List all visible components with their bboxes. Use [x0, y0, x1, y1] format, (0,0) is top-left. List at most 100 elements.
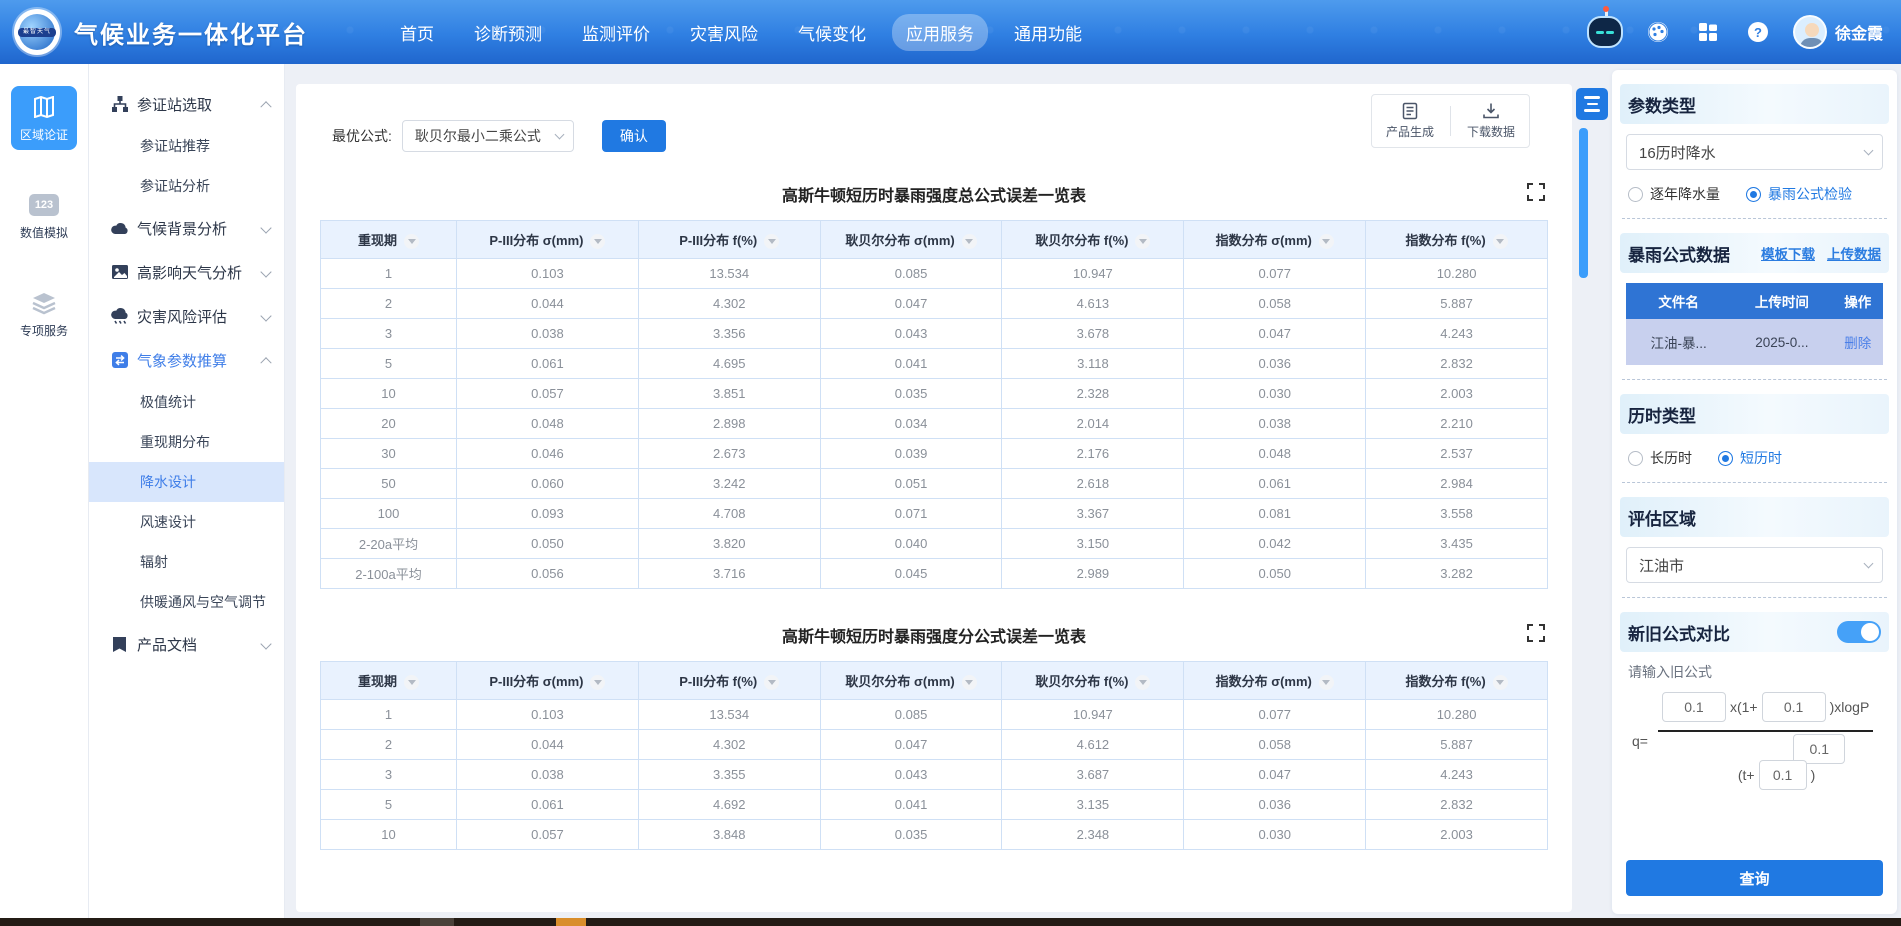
filter-icon[interactable]	[1493, 675, 1508, 690]
file-table-header-row: 文件名 上传时间 操作	[1626, 283, 1883, 319]
table-cell: 0.042	[1184, 529, 1366, 559]
sidebar-item-special-services[interactable]: 专项服务	[11, 282, 77, 346]
table-cell: 0.051	[820, 469, 1002, 499]
filter-icon[interactable]	[590, 675, 605, 690]
radio-long-duration[interactable]: 长历时	[1628, 448, 1692, 468]
formula-a-input[interactable]	[1662, 692, 1726, 722]
filter-icon[interactable]	[1319, 234, 1334, 249]
menu-station-selection[interactable]: 参证站选取	[88, 82, 284, 126]
divider	[1450, 106, 1451, 136]
radio-circle-icon	[1628, 187, 1643, 202]
table-cell: 2.618	[1002, 469, 1184, 499]
filter-icon[interactable]	[962, 675, 977, 690]
table-cell: 0.061	[1184, 469, 1366, 499]
table-row: 10.10313.5340.08510.9470.07710.280	[321, 259, 1548, 289]
logo-text: 最智天气	[18, 28, 56, 37]
filter-icon[interactable]	[1493, 234, 1508, 249]
nav-monitoring[interactable]: 监测评价	[568, 14, 664, 51]
table-cell: 0.047	[1184, 760, 1366, 790]
filter-icon[interactable]	[1135, 675, 1150, 690]
table-cell: 0.071	[820, 499, 1002, 529]
nav-disaster-risk[interactable]: 灾害风险	[676, 14, 772, 51]
upload-data-link[interactable]: 上传数据	[1827, 243, 1881, 263]
assistant-robot-icon[interactable]	[1587, 16, 1623, 48]
divider	[1622, 218, 1887, 219]
menu-precipitation-design[interactable]: 降水设计	[88, 462, 284, 502]
nav-diagnosis[interactable]: 诊断预测	[460, 14, 556, 51]
query-button[interactable]: 查询	[1626, 860, 1883, 896]
menu-station-analysis[interactable]: 参证站分析	[88, 166, 284, 206]
column-header: 耿贝尔分布 f(%)	[1002, 662, 1184, 700]
main-content: 产品生成 下载数据 最优公式: 耿贝尔最小二乘公式 确认 高斯牛顿短历时暴雨强度…	[296, 84, 1572, 912]
menu-climate-background[interactable]: 气候背景分析	[88, 206, 284, 250]
filter-icon[interactable]	[590, 234, 605, 249]
nav-home[interactable]: 首页	[386, 14, 448, 51]
formula-text: )xlogP	[1830, 699, 1870, 715]
filter-icon[interactable]	[404, 234, 419, 249]
confirm-button[interactable]: 确认	[602, 120, 666, 152]
menu-extreme-statistics[interactable]: 极值统计	[88, 382, 284, 422]
chevron-down-icon	[260, 266, 271, 277]
filter-icon[interactable]	[1319, 675, 1334, 690]
help-icon[interactable]: ?	[1743, 17, 1773, 47]
filter-icon[interactable]	[962, 234, 977, 249]
menu-high-impact-weather[interactable]: 高影响天气分析	[88, 250, 284, 294]
fullscreen-icon[interactable]	[1526, 623, 1546, 643]
table-cell: 13.534	[638, 700, 820, 730]
table-cell: 0.085	[820, 700, 1002, 730]
formula-b-input[interactable]	[1759, 760, 1807, 790]
table-cell: 0.077	[1184, 700, 1366, 730]
delete-link[interactable]: 删除	[1832, 319, 1883, 365]
user-avatar	[1793, 15, 1827, 49]
filter-icon[interactable]	[764, 234, 779, 249]
table-cell: 0.058	[1184, 289, 1366, 319]
radio-annual-precipitation[interactable]: 逐年降水量	[1628, 184, 1720, 204]
sidebar-item-numerical-simulation[interactable]: 123 数值模拟	[11, 184, 77, 248]
table-cell: 2.003	[1366, 820, 1548, 850]
table-cell: 0.030	[1184, 820, 1366, 850]
nav-climate-change[interactable]: 气候变化	[784, 14, 880, 51]
table-cell: 0.048	[1184, 439, 1366, 469]
best-formula-value: 耿贝尔最小二乘公式	[415, 126, 541, 146]
table-cell: 4.243	[1366, 760, 1548, 790]
filter-icon[interactable]	[404, 675, 419, 690]
table-cell: 3	[321, 760, 457, 790]
menu-wind-speed-design[interactable]: 风速设计	[88, 502, 284, 542]
theme-palette-icon[interactable]	[1643, 17, 1673, 47]
menu-disaster-risk-assessment[interactable]: 灾害风险评估	[88, 294, 284, 338]
table-cell: 3.435	[1366, 529, 1548, 559]
filter-icon[interactable]	[1135, 234, 1150, 249]
param-type-select[interactable]: 16历时降水	[1626, 134, 1883, 170]
filter-icon[interactable]	[764, 675, 779, 690]
sidebar-item-regional-demonstration[interactable]: 区域论证	[11, 86, 77, 150]
compare-toggle[interactable]	[1837, 621, 1881, 643]
menu-hvac[interactable]: 供暖通风与空气调节	[88, 582, 284, 622]
download-data-button[interactable]: 下载数据	[1467, 102, 1515, 140]
product-generate-button[interactable]: 产品生成	[1386, 102, 1434, 140]
menu-product-documents[interactable]: 产品文档	[88, 622, 284, 666]
fullscreen-icon[interactable]	[1526, 182, 1546, 202]
menu-return-period[interactable]: 重现期分布	[88, 422, 284, 462]
nav-general-functions[interactable]: 通用功能	[1000, 14, 1096, 51]
menu-station-recommend[interactable]: 参证站推荐	[88, 126, 284, 166]
template-download-link[interactable]: 模板下载	[1761, 243, 1815, 263]
table-cell: 50	[321, 469, 457, 499]
menu-radiation[interactable]: 辐射	[88, 542, 284, 582]
best-formula-select[interactable]: 耿贝尔最小二乘公式	[402, 120, 574, 152]
radio-storm-formula-check[interactable]: 暴雨公式检验	[1746, 184, 1852, 204]
table-cell: 0.050	[1184, 559, 1366, 589]
table-cell: 2.989	[1002, 559, 1184, 589]
formula-c-input[interactable]	[1762, 692, 1826, 722]
svg-text:?: ?	[1754, 25, 1762, 40]
radio-short-duration[interactable]: 短历时	[1718, 448, 1782, 468]
table-cell: 4.613	[1002, 289, 1184, 319]
column-header: P-III分布 f(%)	[638, 221, 820, 259]
menu-meteorological-parameters[interactable]: 气象参数推算	[88, 338, 284, 382]
table-cell: 2	[321, 289, 457, 319]
panel-collapse-button[interactable]	[1576, 88, 1608, 120]
region-select[interactable]: 江油市	[1626, 547, 1883, 583]
vertical-scrollbar-thumb[interactable]	[1579, 128, 1588, 278]
nav-application-services[interactable]: 应用服务	[892, 14, 988, 51]
user-menu[interactable]: 徐金霞	[1793, 15, 1883, 49]
apps-grid-icon[interactable]	[1693, 17, 1723, 47]
